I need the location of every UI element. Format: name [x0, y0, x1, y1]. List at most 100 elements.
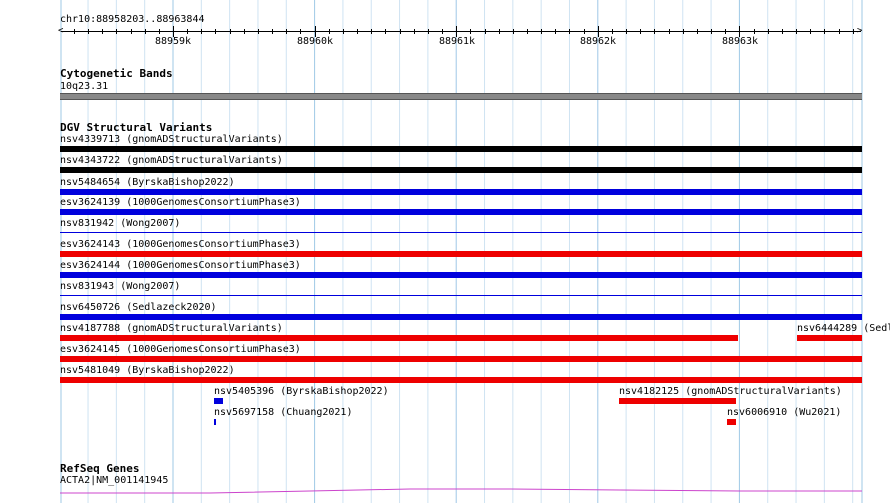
ruler-left-arrow-icon: <	[58, 26, 64, 36]
ruler-minor-tick	[428, 29, 429, 34]
ruler-tick-label: 88963k	[721, 36, 759, 47]
ruler-minor-tick	[244, 29, 245, 34]
dgv-feature-bar[interactable]	[60, 209, 862, 215]
refseq-gene-model[interactable]	[60, 485, 862, 495]
ruler-minor-tick	[810, 29, 811, 34]
dgv-feature-label[interactable]: nsv5405396 (ByrskaBishop2022)	[214, 386, 389, 397]
dgv-feature-label[interactable]: nsv4343722 (gnomADStructuralVariants)	[60, 155, 283, 166]
ruler-minor-tick	[725, 29, 726, 34]
dgv-feature-bar[interactable]	[60, 314, 862, 320]
ruler-minor-tick	[555, 29, 556, 34]
ruler-minor-tick	[527, 29, 528, 34]
ruler-minor-tick	[499, 29, 500, 34]
ruler-minor-tick	[839, 29, 840, 34]
dgv-feature-bar[interactable]	[60, 146, 862, 152]
dgv-feature-label[interactable]: nsv5484654 (ByrskaBishop2022)	[60, 177, 235, 188]
ruler-minor-tick	[824, 29, 825, 34]
ruler-tick-label: 88959k	[154, 36, 192, 47]
dgv-feature-label[interactable]: nsv6444289 (Sedl	[797, 323, 890, 334]
dgv-feature-bar[interactable]	[797, 335, 862, 341]
dgv-track-title[interactable]: DGV Structural Variants	[60, 121, 212, 134]
dgv-feature-label[interactable]: esv3624144 (1000GenomesConsortiumPhase3)	[60, 260, 301, 271]
ruler-minor-tick	[669, 29, 670, 34]
ruler-line	[61, 31, 861, 32]
dgv-feature-label[interactable]: nsv5697158 (Chuang2021)	[214, 407, 352, 418]
dgv-feature-bar[interactable]	[60, 189, 862, 195]
ruler-minor-tick	[612, 29, 613, 34]
dgv-feature-bar[interactable]	[60, 232, 862, 233]
ruler-minor-tick	[230, 29, 231, 34]
ruler-minor-tick	[513, 29, 514, 34]
ruler-minor-tick	[74, 29, 75, 34]
dgv-feature-bar[interactable]	[214, 398, 223, 404]
dgv-feature-label[interactable]: esv3624139 (1000GenomesConsortiumPhase3)	[60, 197, 301, 208]
ruler-minor-tick	[853, 29, 854, 34]
cytogenetic-track-title[interactable]: Cytogenetic Bands	[60, 67, 173, 80]
dgv-feature-label[interactable]: esv3624143 (1000GenomesConsortiumPhase3)	[60, 239, 301, 250]
dgv-feature-bar[interactable]	[60, 295, 862, 296]
ruler-minor-tick	[300, 29, 301, 34]
ruler-minor-tick	[131, 29, 132, 34]
ruler-minor-tick	[400, 29, 401, 34]
ruler-minor-tick	[485, 29, 486, 34]
ruler-tick-label: 88960k	[296, 36, 334, 47]
ruler-minor-tick	[286, 29, 287, 34]
dgv-feature-bar[interactable]	[214, 419, 216, 425]
ruler-minor-tick	[584, 29, 585, 34]
ruler-right-arrow-icon: >	[857, 26, 863, 36]
dgv-feature-bar[interactable]	[60, 377, 862, 383]
ruler-minor-tick	[385, 29, 386, 34]
ruler-tick-label: 88962k	[579, 36, 617, 47]
dgv-feature-bar[interactable]	[60, 251, 862, 257]
ruler-minor-tick	[357, 29, 358, 34]
refseq-track-title[interactable]: RefSeq Genes	[60, 462, 139, 475]
ruler-minor-tick	[640, 29, 641, 34]
ruler-minor-tick	[697, 29, 698, 34]
dgv-feature-bar[interactable]	[60, 167, 862, 173]
ruler-minor-tick	[343, 29, 344, 34]
ruler-minor-tick	[541, 29, 542, 34]
ruler-minor-tick	[683, 29, 684, 34]
dgv-feature-label[interactable]: esv3624145 (1000GenomesConsortiumPhase3)	[60, 344, 301, 355]
dgv-feature-label[interactable]: nsv4187788 (gnomADStructuralVariants)	[60, 323, 283, 334]
ruler-minor-tick	[796, 29, 797, 34]
dgv-feature-label[interactable]: nsv4182125 (gnomADStructuralVariants)	[619, 386, 842, 397]
ruler-minor-tick	[215, 29, 216, 34]
cytoband-bar[interactable]	[60, 93, 862, 100]
ruler-minor-tick	[329, 29, 330, 34]
dgv-feature-label[interactable]: nsv5481049 (ByrskaBishop2022)	[60, 365, 235, 376]
ruler-minor-tick	[654, 29, 655, 34]
region-label: chr10:88958203..88963844	[60, 14, 205, 25]
ruler-minor-tick	[116, 29, 117, 34]
ruler-minor-tick	[201, 29, 202, 34]
dgv-feature-bar[interactable]	[727, 419, 736, 425]
cytoband-label[interactable]: 10q23.31	[60, 81, 108, 92]
ruler-minor-tick	[258, 29, 259, 34]
ruler-tick-label: 88961k	[438, 36, 476, 47]
ruler-minor-tick	[371, 29, 372, 34]
ruler-minor-tick	[272, 29, 273, 34]
ruler-minor-tick	[626, 29, 627, 34]
dgv-feature-label[interactable]: nsv831943 (Wong2007)	[60, 281, 180, 292]
ruler-minor-tick	[569, 29, 570, 34]
ruler-minor-tick	[414, 29, 415, 34]
dgv-feature-bar[interactable]	[60, 335, 738, 341]
ruler-minor-tick	[470, 29, 471, 34]
ruler-minor-tick	[159, 29, 160, 34]
dgv-feature-bar[interactable]	[60, 356, 862, 362]
dgv-feature-bar[interactable]	[60, 272, 862, 278]
dgv-feature-bar[interactable]	[619, 398, 736, 404]
ruler-minor-tick	[187, 29, 188, 34]
ruler-minor-tick	[782, 29, 783, 34]
dgv-feature-label[interactable]: nsv831942 (Wong2007)	[60, 218, 180, 229]
dgv-feature-label[interactable]: nsv6006910 (Wu2021)	[727, 407, 841, 418]
ruler-minor-tick	[145, 29, 146, 34]
ruler-minor-tick	[102, 29, 103, 34]
dgv-feature-label[interactable]: nsv4339713 (gnomADStructuralVariants)	[60, 134, 283, 145]
ruler-minor-tick	[442, 29, 443, 34]
ruler-minor-tick	[88, 29, 89, 34]
ruler-minor-tick	[768, 29, 769, 34]
ruler-minor-tick	[754, 29, 755, 34]
ruler-minor-tick	[711, 29, 712, 34]
dgv-feature-label[interactable]: nsv6450726 (Sedlazeck2020)	[60, 302, 217, 313]
